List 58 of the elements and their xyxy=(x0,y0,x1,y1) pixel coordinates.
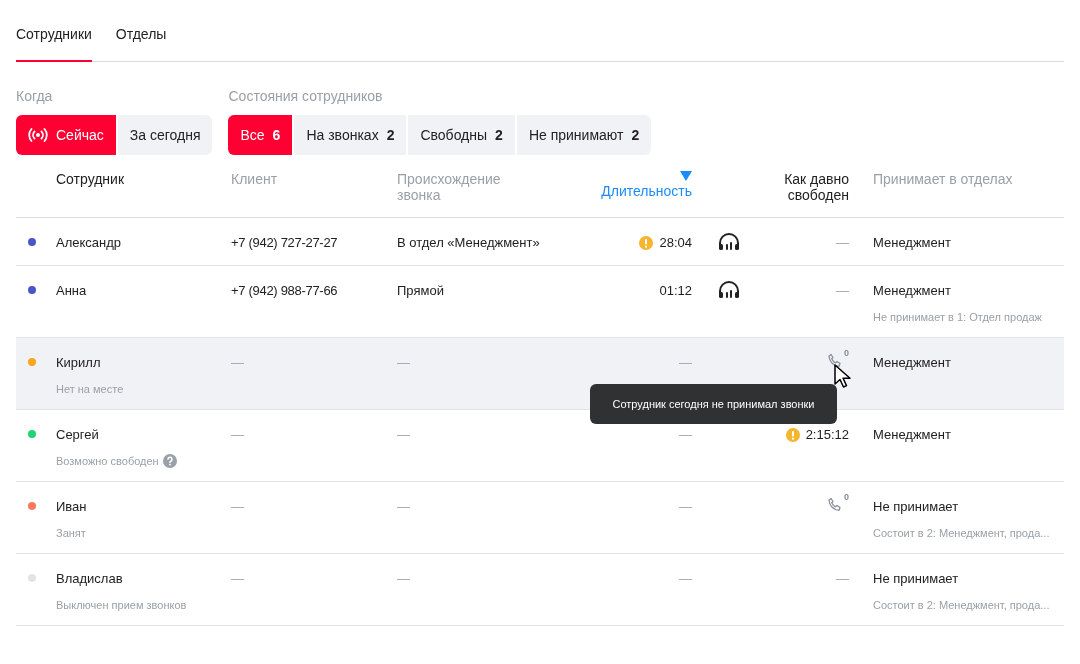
table-cell-text: — xyxy=(231,570,245,588)
employee-name: Анна xyxy=(56,282,88,300)
department-list: Менеджмент xyxy=(873,425,1064,445)
filter-option[interactable]: Свободны 2 xyxy=(408,115,515,155)
employee-status: Выключен прием звонков xyxy=(56,597,187,613)
table-cell-text: — xyxy=(397,354,411,372)
employee-status: Нет на месте xyxy=(56,381,124,397)
employee-status: Занят xyxy=(56,525,86,541)
table-cell-text: 2:15:12 xyxy=(805,426,849,444)
tab[interactable]: Отделы xyxy=(115,24,167,62)
help-icon[interactable] xyxy=(162,453,177,468)
table-cell-text: — xyxy=(679,426,692,444)
column-header[interactable]: Сотрудник xyxy=(56,171,124,187)
sort-desc-icon[interactable] xyxy=(680,171,692,181)
department-list: Менеджмент xyxy=(873,281,1064,301)
filter-label: Когда xyxy=(16,87,54,106)
table-cell-text: — xyxy=(836,570,849,588)
employee-name: Владислав xyxy=(56,570,124,588)
column-header[interactable]: Как давно свободен xyxy=(769,171,849,203)
tab[interactable]: Сотрудники xyxy=(16,24,92,62)
filter-option[interactable]: Не принимают 2 xyxy=(516,115,652,155)
table-cell-text: — xyxy=(397,570,411,588)
employee-name: Александр xyxy=(56,234,123,252)
table-cell-text: В отдел «Менеджмент» xyxy=(397,234,541,252)
table-cell-text: +7 (942) 727-27-27 xyxy=(231,234,339,252)
department-list: Менеджмент xyxy=(873,353,1064,373)
table-cell-text: Прямой xyxy=(397,282,445,300)
table-cell-text: — xyxy=(679,570,692,588)
cursor-icon xyxy=(834,364,852,390)
employee-status: Возможно свободен xyxy=(56,453,159,469)
table-cell-text: — xyxy=(231,426,245,444)
employee-name: Сергей xyxy=(56,426,100,444)
table-cell-text: — xyxy=(231,498,245,516)
table-cell-text: 01:12 xyxy=(659,282,692,300)
department-note: Состоит в 2: Менеджмент, прода... xyxy=(873,597,1051,613)
filter-option[interactable]: За сегодня xyxy=(117,115,213,155)
department-note: Не принимает в 1: Отдел продаж xyxy=(873,309,1043,325)
table-cell-text: — xyxy=(836,282,849,300)
table-cell-text: +7 (942) 988-77-66 xyxy=(231,282,339,300)
department-list: Не принимает xyxy=(873,497,1064,517)
table-cell-text: — xyxy=(679,354,692,372)
employee-name: Иван xyxy=(56,498,88,516)
broadcast-icon xyxy=(28,128,48,142)
department-note: Состоит в 2: Менеджмент, прода... xyxy=(873,525,1051,541)
department-list: Не принимает xyxy=(873,569,1064,589)
filter-label: Состояния сотрудников xyxy=(228,87,384,106)
table-cell-text: — xyxy=(397,498,411,516)
table-cell-text: — xyxy=(836,234,849,252)
employee-name: Кирилл xyxy=(56,354,102,372)
tooltip: Сотрудник сегодня не принимал звонки xyxy=(590,384,837,424)
table-cell-text: — xyxy=(397,426,411,444)
table-cell-text: 28:04 xyxy=(659,234,692,252)
table-cell-text: — xyxy=(679,498,692,516)
table-cell-text: — xyxy=(231,354,245,372)
filter-option[interactable]: Сейчас xyxy=(16,115,116,155)
filter-option[interactable]: Все 6 xyxy=(228,115,293,155)
department-list: Менеджмент xyxy=(873,233,1064,253)
filter-option[interactable]: На звонках 2 xyxy=(294,115,407,155)
